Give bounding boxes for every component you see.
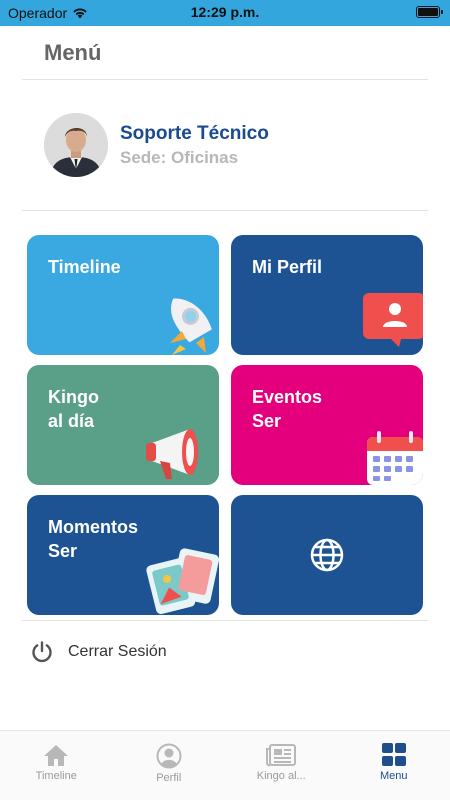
menu-divider xyxy=(22,620,428,621)
logout-button[interactable]: Cerrar Sesión xyxy=(30,640,167,664)
tile-label: Kingo al día xyxy=(48,387,99,431)
tile-label: Momentos Ser xyxy=(48,517,138,561)
rocket-icon xyxy=(170,298,212,355)
header-divider xyxy=(22,79,428,80)
tab-label: Perfil xyxy=(156,772,182,784)
page-title: Menú xyxy=(44,40,102,65)
tile-kingo-al-dia[interactable]: Kingo al día xyxy=(27,365,219,485)
tab-kingo-al-dia[interactable]: Kingo al... xyxy=(225,731,338,800)
grid-icon xyxy=(381,743,406,766)
calendar-icon xyxy=(367,431,423,485)
status-time: 12:29 p.m. xyxy=(190,4,260,20)
power-icon xyxy=(32,641,52,663)
globe-icon xyxy=(310,538,344,572)
logout-label: Cerrar Sesión xyxy=(68,643,167,660)
tile-web[interactable] xyxy=(231,495,423,615)
profile-sede: Sede: Oficinas xyxy=(120,148,239,167)
tab-label: Kingo al... xyxy=(256,770,306,782)
tile-eventos-ser[interactable]: Eventos Ser xyxy=(231,365,423,485)
newspaper-icon xyxy=(266,744,297,767)
battery-icon xyxy=(416,6,443,18)
home-icon xyxy=(44,745,69,766)
tab-label: Timeline xyxy=(35,770,77,782)
megaphone-icon xyxy=(146,429,198,479)
tab-timeline[interactable]: Timeline xyxy=(0,731,113,800)
tile-momentos-ser[interactable]: Momentos Ser xyxy=(27,495,219,615)
tile-mi-perfil[interactable]: Mi Perfil xyxy=(231,235,423,355)
profile-name: Soporte Técnico xyxy=(120,123,269,144)
photos-icon xyxy=(146,548,219,615)
tab-perfil[interactable]: Perfil xyxy=(113,731,226,800)
profile-divider xyxy=(22,210,428,211)
profile-card-icon xyxy=(363,293,423,347)
tile-timeline[interactable]: Timeline xyxy=(27,235,219,355)
tab-menu[interactable]: Menu xyxy=(338,731,450,800)
status-bar: Operador 12:29 p.m. xyxy=(0,0,450,26)
tab-bar: Timeline Perfil Kingo al... Menu xyxy=(0,730,450,800)
tab-label: Menu xyxy=(379,770,408,782)
person-icon xyxy=(156,743,182,769)
avatar-photo xyxy=(44,113,108,177)
tile-label: Eventos Ser xyxy=(252,387,323,431)
tile-label: Timeline xyxy=(48,257,121,277)
tile-label: Mi Perfil xyxy=(252,257,323,277)
avatar[interactable] xyxy=(44,113,108,177)
